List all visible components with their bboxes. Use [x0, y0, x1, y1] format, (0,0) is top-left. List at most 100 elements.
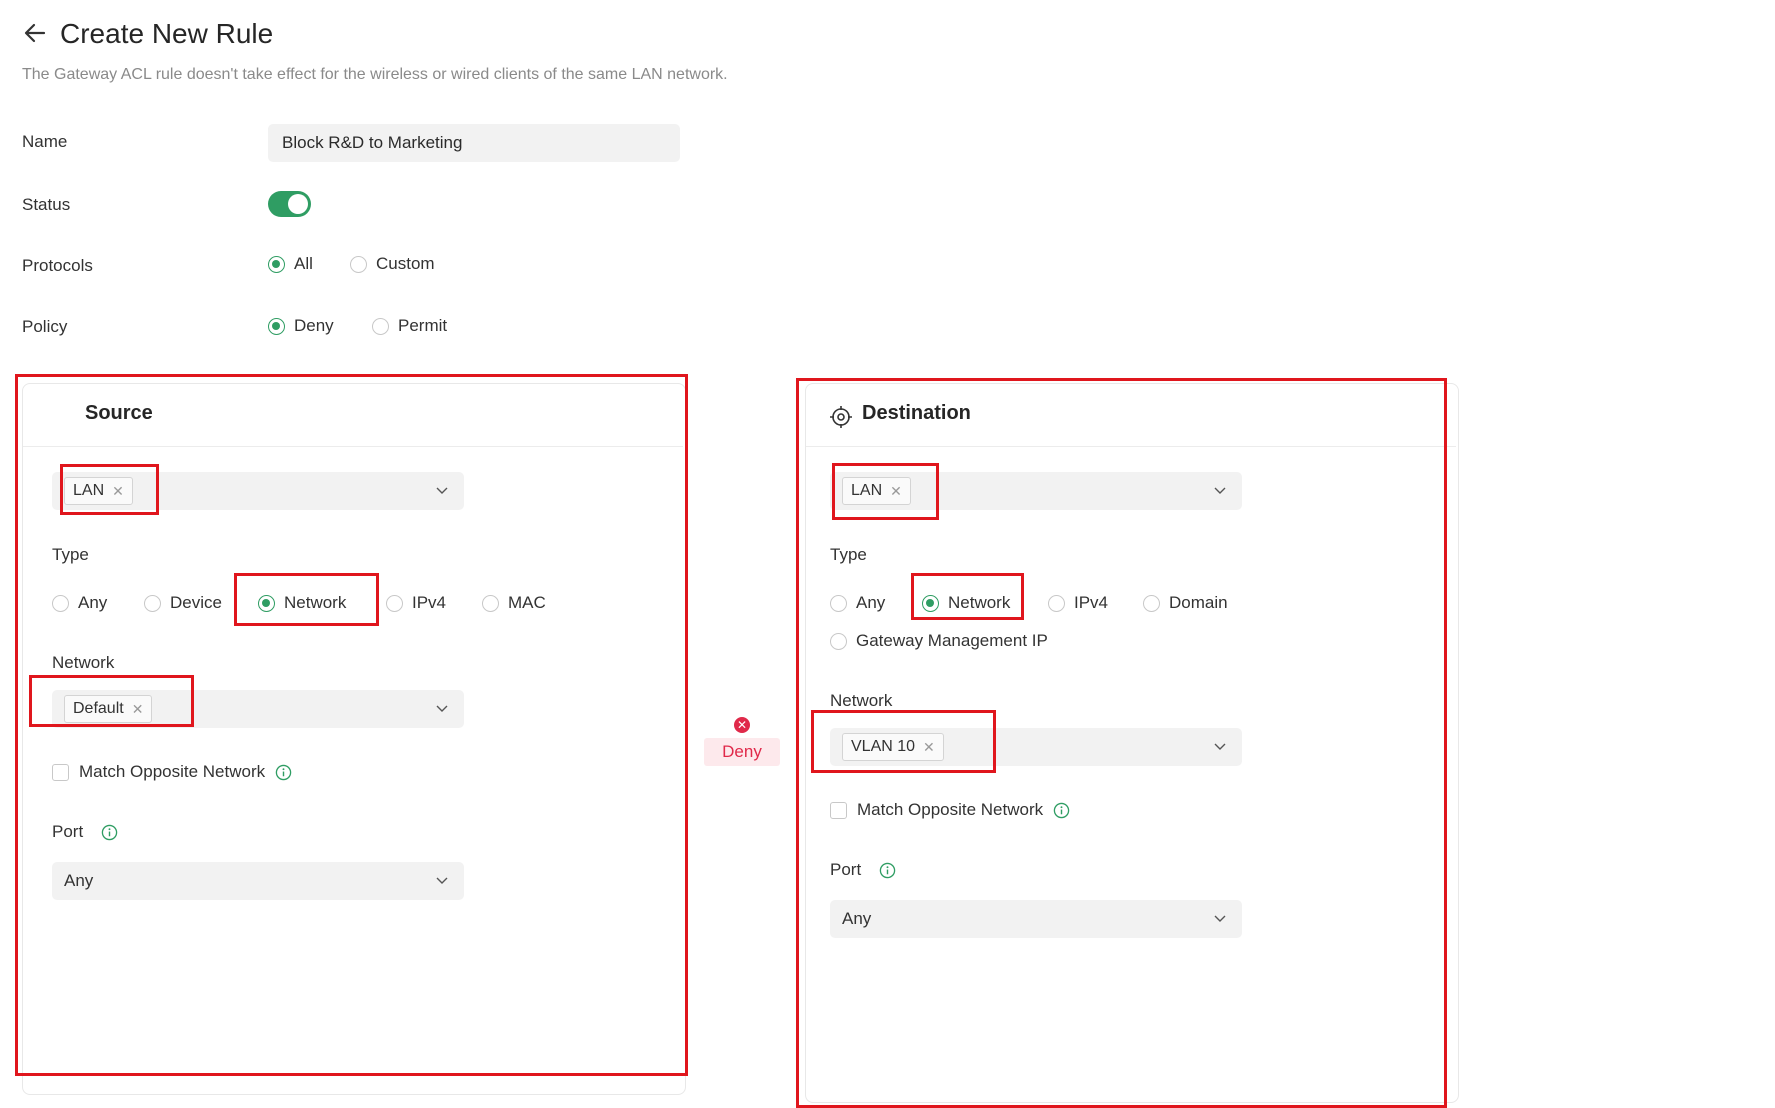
- chevron-down-icon: [436, 705, 448, 712]
- radio-unselected-icon: [350, 255, 367, 273]
- source-network-select[interactable]: Default ✕: [52, 690, 464, 728]
- policy-radio-permit[interactable]: Permit: [372, 316, 447, 336]
- source-port-select[interactable]: Any: [52, 862, 464, 900]
- chevron-down-icon: [1214, 487, 1226, 494]
- tag-label: LAN: [851, 482, 883, 499]
- source-type-ipv4[interactable]: IPv4: [386, 593, 446, 613]
- source-zone-tag: LAN ✕: [64, 477, 133, 505]
- radio-unselected-icon: [1143, 594, 1160, 612]
- destination-type-network[interactable]: Network: [922, 593, 1010, 613]
- tag-label: VLAN 10: [851, 738, 916, 755]
- checkbox-label: Match Opposite Network: [79, 762, 266, 781]
- protocols-radio-all[interactable]: All: [268, 254, 313, 274]
- radio-unselected-icon: [372, 317, 389, 335]
- radio-label: Network: [284, 593, 347, 612]
- radio-selected-icon: [258, 594, 275, 612]
- radio-label: MAC: [508, 593, 546, 612]
- deny-policy-badge: Deny: [704, 738, 780, 766]
- policy-label: Policy: [22, 317, 68, 336]
- radio-label: Custom: [376, 254, 435, 273]
- destination-network-label: Network: [830, 691, 893, 710]
- source-type-label: Type: [52, 545, 89, 564]
- info-icon[interactable]: [1053, 802, 1070, 819]
- radio-label: Domain: [1169, 593, 1228, 612]
- destination-type-any[interactable]: Any: [830, 593, 885, 613]
- divider: [806, 446, 1456, 447]
- destination-type-domain[interactable]: Domain: [1143, 593, 1228, 613]
- chevron-down-icon: [1214, 743, 1226, 750]
- source-type-device[interactable]: Device: [144, 593, 222, 613]
- radio-label: Any: [856, 593, 886, 612]
- radio-unselected-icon: [386, 594, 403, 612]
- source-match-opposite: Match Opposite Network: [52, 762, 292, 782]
- destination-type-ipv4[interactable]: IPv4: [1048, 593, 1108, 613]
- destination-match-opposite: Match Opposite Network: [830, 800, 1070, 820]
- radio-selected-icon: [268, 317, 285, 335]
- radio-label: Gateway Management IP: [856, 631, 1048, 650]
- name-input[interactable]: [268, 124, 680, 162]
- remove-tag-icon[interactable]: ✕: [890, 483, 902, 500]
- policy-radio-deny[interactable]: Deny: [268, 316, 334, 336]
- source-title: Source: [85, 402, 153, 424]
- radio-label: All: [294, 254, 313, 273]
- source-port-label-row: Port: [52, 822, 118, 842]
- target-icon: [830, 406, 852, 428]
- radio-label: Deny: [294, 316, 334, 335]
- source-network-label: Network: [52, 653, 115, 672]
- remove-tag-icon[interactable]: ✕: [132, 701, 144, 718]
- select-value: Any: [842, 909, 872, 928]
- radio-unselected-icon: [830, 594, 847, 612]
- source-type-mac[interactable]: MAC: [482, 593, 546, 613]
- destination-zone-select[interactable]: LAN ✕: [830, 472, 1242, 510]
- radio-unselected-icon: [52, 594, 69, 612]
- info-icon[interactable]: [101, 824, 118, 841]
- info-icon[interactable]: [879, 862, 896, 879]
- destination-network-select[interactable]: VLAN 10 ✕: [830, 728, 1242, 766]
- source-type-any[interactable]: Any: [52, 593, 107, 613]
- page-title: Create New Rule: [60, 18, 274, 49]
- toggle-knob: [288, 194, 308, 214]
- destination-zone-tag: LAN ✕: [842, 477, 911, 505]
- source-zone-select[interactable]: LAN ✕: [52, 472, 464, 510]
- status-toggle[interactable]: [268, 191, 311, 217]
- destination-port-label: Port: [830, 860, 862, 879]
- checkbox-label: Match Opposite Network: [857, 800, 1044, 819]
- radio-label: IPv4: [1074, 593, 1109, 612]
- destination-port-label-row: Port: [830, 860, 896, 880]
- remove-tag-icon[interactable]: ✕: [923, 739, 935, 756]
- source-network-tag: Default ✕: [64, 695, 153, 723]
- destination-title: Destination: [862, 402, 971, 424]
- radio-label: Network: [948, 593, 1011, 612]
- radio-label: IPv4: [412, 593, 447, 612]
- divider: [23, 446, 683, 447]
- destination-network-tag: VLAN 10 ✕: [842, 733, 944, 761]
- radio-unselected-icon: [482, 594, 499, 612]
- destination-type-label: Type: [830, 545, 867, 564]
- protocols-radio-custom[interactable]: Custom: [350, 254, 435, 274]
- back-arrow-icon[interactable]: [22, 20, 48, 46]
- chevron-down-icon: [1214, 915, 1226, 922]
- radio-label: Any: [78, 593, 108, 612]
- destination-type-gateway-mgmt-ip[interactable]: Gateway Management IP: [830, 631, 1048, 651]
- radio-label: Permit: [398, 316, 448, 335]
- tag-label: Default: [73, 700, 124, 717]
- radio-label: Device: [170, 593, 222, 612]
- radio-unselected-icon: [1048, 594, 1065, 612]
- radio-unselected-icon: [144, 594, 161, 612]
- radio-selected-icon: [268, 255, 285, 273]
- deny-x-icon: ✕: [734, 717, 750, 733]
- page-subtitle: The Gateway ACL rule doesn't take effect…: [22, 66, 728, 83]
- info-icon[interactable]: [275, 764, 292, 781]
- source-type-network[interactable]: Network: [258, 593, 346, 613]
- status-label: Status: [22, 195, 71, 214]
- destination-port-select[interactable]: Any: [830, 900, 1242, 938]
- remove-tag-icon[interactable]: ✕: [112, 483, 124, 500]
- destination-match-opposite-checkbox[interactable]: [830, 801, 847, 819]
- radio-unselected-icon: [830, 632, 847, 650]
- source-port-label: Port: [52, 822, 84, 841]
- protocols-label: Protocols: [22, 256, 93, 275]
- source-match-opposite-checkbox[interactable]: [52, 763, 69, 781]
- radio-selected-icon: [922, 594, 939, 612]
- name-label: Name: [22, 132, 68, 151]
- tag-label: LAN: [73, 482, 105, 499]
